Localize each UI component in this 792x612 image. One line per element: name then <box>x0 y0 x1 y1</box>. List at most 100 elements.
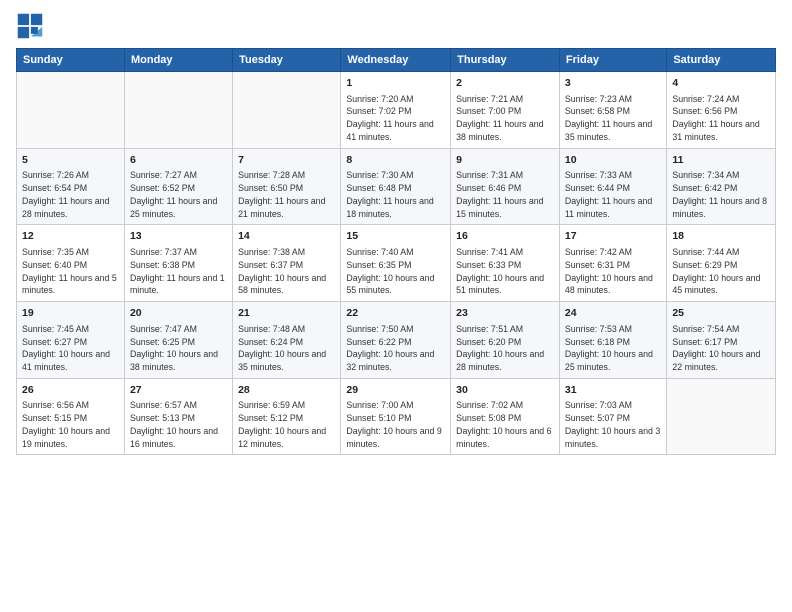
day-info: Sunrise: 7:28 AMSunset: 6:50 PMDaylight:… <box>238 169 335 220</box>
day-cell: 11Sunrise: 7:34 AMSunset: 6:42 PMDayligh… <box>667 148 776 225</box>
day-info: Sunrise: 7:44 AMSunset: 6:29 PMDaylight:… <box>672 246 770 297</box>
day-cell: 17 Sunrise: 7:42 AMSunset: 6:31 PMDayligh… <box>559 225 666 302</box>
day-info: Sunrise: 7:48 AMSunset: 6:24 PMDaylight:… <box>238 323 335 374</box>
day-cell: 23 Sunrise: 7:51 AMSunset: 6:20 PMDayligh… <box>451 302 560 379</box>
day-number: 20 <box>130 306 227 321</box>
day-info: Sunrise: 7:42 AMSunset: 6:31 PMDaylight:… <box>565 246 661 297</box>
day-info: Sunrise: 7:54 AMSunset: 6:17 PMDaylight:… <box>672 323 770 374</box>
day-info: Sunrise: 6:56 AMSunset: 5:15 PMDaylight:… <box>22 399 119 450</box>
day-number: 24 <box>565 306 661 321</box>
day-number: 15 <box>346 229 445 244</box>
day-cell: 15 Sunrise: 7:40 AMSunset: 6:35 PMDayligh… <box>341 225 451 302</box>
week-row-5: 26Sunrise: 6:56 AMSunset: 5:15 PMDayligh… <box>17 378 776 455</box>
weekday-sunday: Sunday <box>17 49 125 72</box>
day-info: Sunrise: 7:27 AMSunset: 6:52 PMDaylight:… <box>130 169 227 220</box>
day-cell: 19 Sunrise: 7:45 AMSunset: 6:27 PMDayligh… <box>17 302 125 379</box>
day-info: Sunrise: 7:45 AMSunset: 6:27 PMDaylight:… <box>22 323 119 374</box>
week-row-2: 5Sunrise: 7:26 AMSunset: 6:54 PMDaylight… <box>17 148 776 225</box>
day-number: 30 <box>456 383 554 398</box>
day-number: 9 <box>456 153 554 168</box>
day-cell: 14 Sunrise: 7:38 AMSunset: 6:37 PMDayligh… <box>233 225 341 302</box>
day-number: 26 <box>22 383 119 398</box>
week-row-4: 19 Sunrise: 7:45 AMSunset: 6:27 PMDayligh… <box>17 302 776 379</box>
week-row-3: 12 Sunrise: 7:35 AMSunset: 6:40 PMDayligh… <box>17 225 776 302</box>
day-number: 25 <box>672 306 770 321</box>
day-number: 23 <box>456 306 554 321</box>
logo-icon <box>16 12 44 40</box>
day-info: Sunrise: 7:53 AMSunset: 6:18 PMDaylight:… <box>565 323 661 374</box>
day-cell: 22 Sunrise: 7:50 AMSunset: 6:22 PMDayligh… <box>341 302 451 379</box>
day-cell <box>17 72 125 149</box>
day-number: 29 <box>346 383 445 398</box>
day-info: Sunrise: 7:51 AMSunset: 6:20 PMDaylight:… <box>456 323 554 374</box>
day-cell: 27Sunrise: 6:57 AMSunset: 5:13 PMDayligh… <box>124 378 232 455</box>
day-info: Sunrise: 7:34 AMSunset: 6:42 PMDaylight:… <box>672 169 770 220</box>
day-cell: 13Sunrise: 7:37 AMSunset: 6:38 PMDayligh… <box>124 225 232 302</box>
day-cell: 4 Sunrise: 7:24 AMSunset: 6:56 PMDaylight… <box>667 72 776 149</box>
day-number: 17 <box>565 229 661 244</box>
weekday-monday: Monday <box>124 49 232 72</box>
weekday-thursday: Thursday <box>451 49 560 72</box>
day-info: Sunrise: 7:38 AMSunset: 6:37 PMDaylight:… <box>238 246 335 297</box>
day-cell <box>124 72 232 149</box>
day-info: Sunrise: 7:20 AMSunset: 7:02 PMDaylight:… <box>346 93 445 144</box>
day-cell: 16Sunrise: 7:41 AMSunset: 6:33 PMDayligh… <box>451 225 560 302</box>
day-info: Sunrise: 7:47 AMSunset: 6:25 PMDaylight:… <box>130 323 227 374</box>
weekday-wednesday: Wednesday <box>341 49 451 72</box>
day-info: Sunrise: 7:50 AMSunset: 6:22 PMDaylight:… <box>346 323 445 374</box>
day-cell: 9Sunrise: 7:31 AMSunset: 6:46 PMDaylight… <box>451 148 560 225</box>
day-info: Sunrise: 6:59 AMSunset: 5:12 PMDaylight:… <box>238 399 335 450</box>
day-info: Sunrise: 7:35 AMSunset: 6:40 PMDaylight:… <box>22 246 119 297</box>
day-number: 5 <box>22 153 119 168</box>
day-info: Sunrise: 7:40 AMSunset: 6:35 PMDaylight:… <box>346 246 445 297</box>
day-number: 8 <box>346 153 445 168</box>
day-number: 2 <box>456 76 554 91</box>
day-info: Sunrise: 7:23 AMSunset: 6:58 PMDaylight:… <box>565 93 661 144</box>
day-number: 19 <box>22 306 119 321</box>
day-cell: 29Sunrise: 7:00 AMSunset: 5:10 PMDayligh… <box>341 378 451 455</box>
day-number: 18 <box>672 229 770 244</box>
day-cell: 30Sunrise: 7:02 AMSunset: 5:08 PMDayligh… <box>451 378 560 455</box>
day-number: 14 <box>238 229 335 244</box>
day-info: Sunrise: 7:02 AMSunset: 5:08 PMDaylight:… <box>456 399 554 450</box>
day-cell: 3 Sunrise: 7:23 AMSunset: 6:58 PMDaylight… <box>559 72 666 149</box>
week-row-1: 1 Sunrise: 7:20 AMSunset: 7:02 PMDaylight… <box>17 72 776 149</box>
day-cell: 8Sunrise: 7:30 AMSunset: 6:48 PMDaylight… <box>341 148 451 225</box>
day-info: Sunrise: 7:37 AMSunset: 6:38 PMDaylight:… <box>130 246 227 297</box>
day-cell: 31Sunrise: 7:03 AMSunset: 5:07 PMDayligh… <box>559 378 666 455</box>
day-number: 22 <box>346 306 445 321</box>
day-info: Sunrise: 7:31 AMSunset: 6:46 PMDaylight:… <box>456 169 554 220</box>
day-info: Sunrise: 6:57 AMSunset: 5:13 PMDaylight:… <box>130 399 227 450</box>
day-info: Sunrise: 7:24 AMSunset: 6:56 PMDaylight:… <box>672 93 770 144</box>
day-number: 1 <box>346 76 445 91</box>
day-cell: 5Sunrise: 7:26 AMSunset: 6:54 PMDaylight… <box>17 148 125 225</box>
weekday-tuesday: Tuesday <box>233 49 341 72</box>
day-info: Sunrise: 7:26 AMSunset: 6:54 PMDaylight:… <box>22 169 119 220</box>
calendar-body: 1 Sunrise: 7:20 AMSunset: 7:02 PMDaylight… <box>17 72 776 455</box>
weekday-saturday: Saturday <box>667 49 776 72</box>
day-cell: 18 Sunrise: 7:44 AMSunset: 6:29 PMDayligh… <box>667 225 776 302</box>
day-cell: 2 Sunrise: 7:21 AMSunset: 7:00 PMDaylight… <box>451 72 560 149</box>
day-cell <box>233 72 341 149</box>
weekday-friday: Friday <box>559 49 666 72</box>
day-cell: 25 Sunrise: 7:54 AMSunset: 6:17 PMDayligh… <box>667 302 776 379</box>
day-number: 10 <box>565 153 661 168</box>
day-number: 12 <box>22 229 119 244</box>
day-info: Sunrise: 7:21 AMSunset: 7:00 PMDaylight:… <box>456 93 554 144</box>
day-cell: 1 Sunrise: 7:20 AMSunset: 7:02 PMDaylight… <box>341 72 451 149</box>
day-info: Sunrise: 7:00 AMSunset: 5:10 PMDaylight:… <box>346 399 445 450</box>
day-number: 6 <box>130 153 227 168</box>
day-number: 4 <box>672 76 770 91</box>
day-cell: 6Sunrise: 7:27 AMSunset: 6:52 PMDaylight… <box>124 148 232 225</box>
day-number: 11 <box>672 153 770 168</box>
page-header <box>16 12 776 40</box>
day-cell: 24 Sunrise: 7:53 AMSunset: 6:18 PMDayligh… <box>559 302 666 379</box>
day-number: 27 <box>130 383 227 398</box>
day-cell <box>667 378 776 455</box>
day-cell: 20 Sunrise: 7:47 AMSunset: 6:25 PMDayligh… <box>124 302 232 379</box>
day-number: 28 <box>238 383 335 398</box>
day-info: Sunrise: 7:33 AMSunset: 6:44 PMDaylight:… <box>565 169 661 220</box>
weekday-header-row: SundayMondayTuesdayWednesdayThursdayFrid… <box>17 49 776 72</box>
day-number: 3 <box>565 76 661 91</box>
day-cell: 28Sunrise: 6:59 AMSunset: 5:12 PMDayligh… <box>233 378 341 455</box>
